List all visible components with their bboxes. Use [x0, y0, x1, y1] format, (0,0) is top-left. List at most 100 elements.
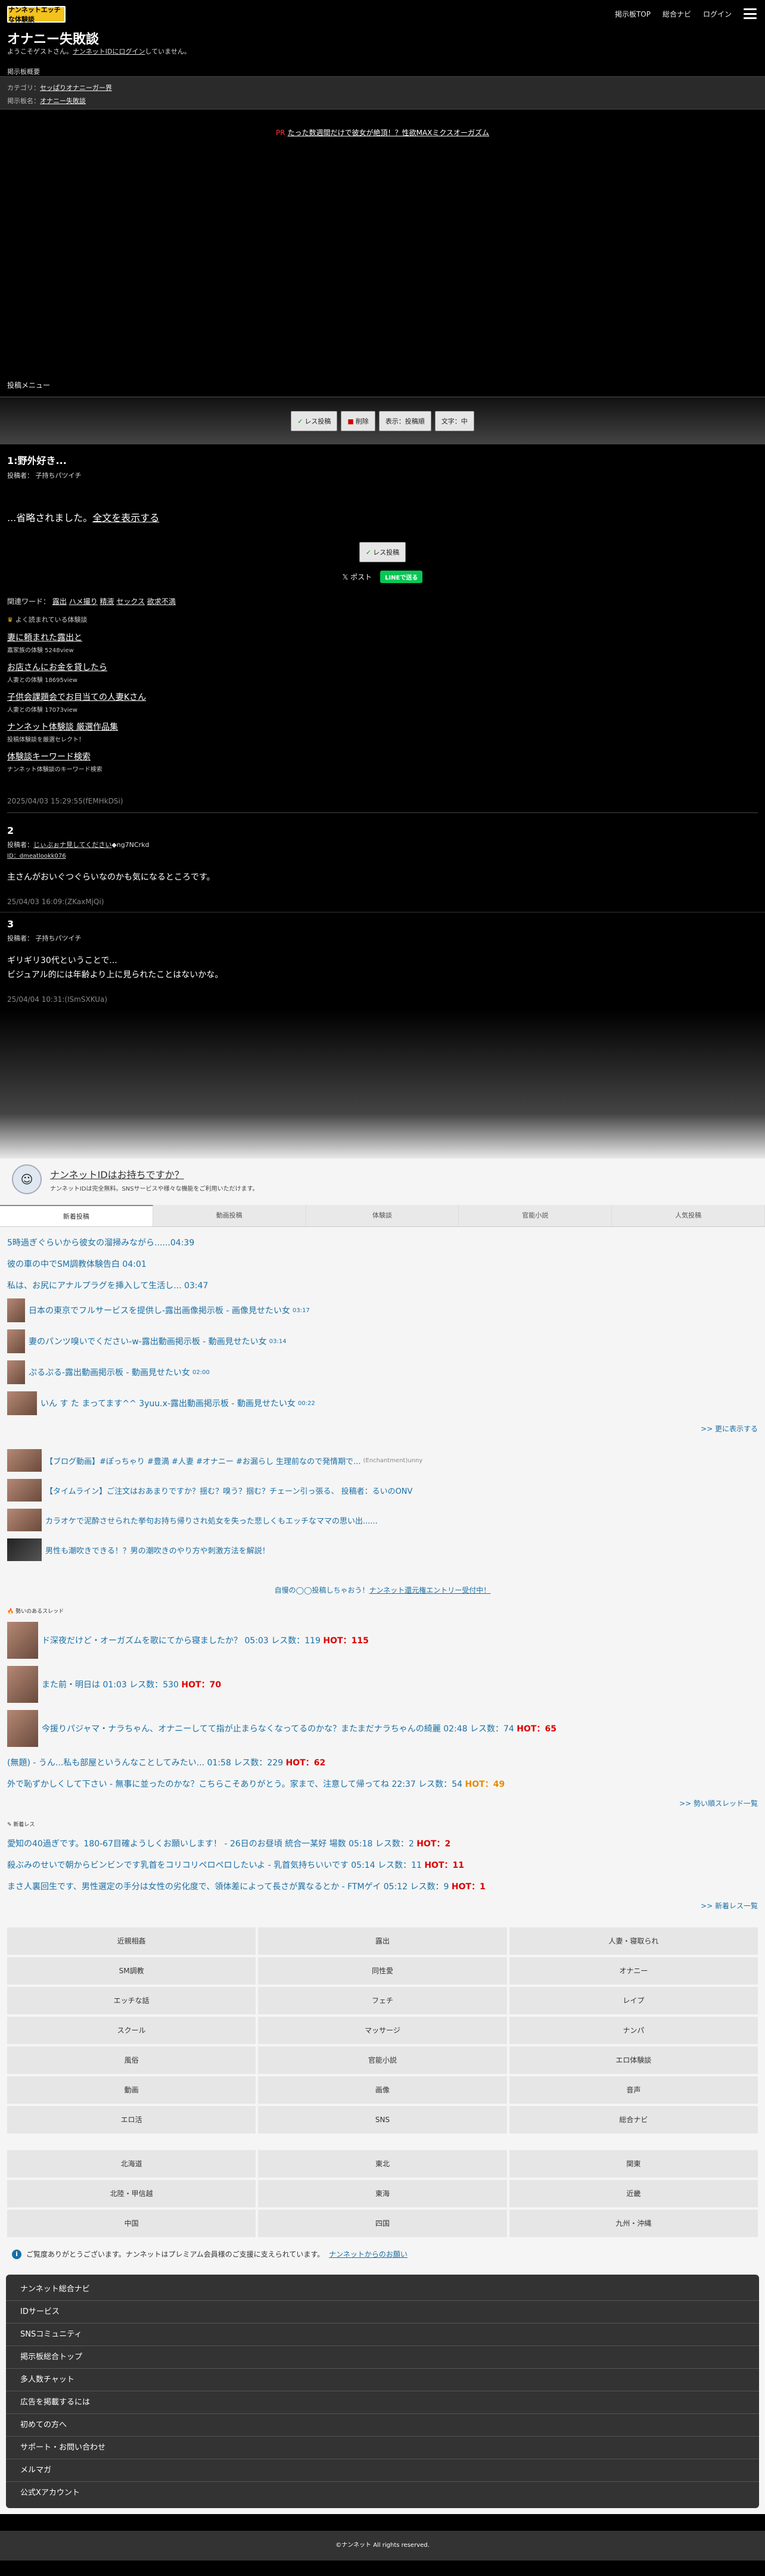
tab-popular[interactable]: 人気投稿: [612, 1205, 765, 1226]
region-link[interactable]: 東北: [258, 2150, 507, 2178]
nav-navi[interactable]: 総合ナビ: [663, 9, 691, 19]
footer-nav-item[interactable]: 広告を掲載するには: [6, 2391, 759, 2414]
nav-login[interactable]: ログイン: [703, 9, 732, 19]
font-size-button[interactable]: 文字：中: [434, 410, 474, 431]
region-link[interactable]: 近畿: [509, 2180, 758, 2207]
related-word[interactable]: ハメ撮り: [69, 597, 98, 606]
request-link[interactable]: ナンネットからのお願い: [329, 2249, 408, 2259]
rec-item[interactable]: お店さんにお金を貸したら 人妻との体験 18695view: [7, 661, 758, 684]
category-link[interactable]: 露出: [258, 1927, 507, 1955]
ad-item[interactable]: 【ブログ動画】#ぽっちゃり #豊満 #人妻 #オナニー #お漏らし 生理前なので…: [7, 1449, 758, 1472]
related-word[interactable]: 欲求不満: [147, 597, 176, 606]
login-link[interactable]: ナンネットIDにログイン: [73, 48, 145, 55]
category-link[interactable]: スクール: [7, 2017, 256, 2044]
feed-item[interactable]: 私は、お尻にアナルプラグを挿入して生活し... 03:47: [7, 1279, 758, 1291]
hot-thread[interactable]: (無題) - うん...私も部屋というんなことしてみたい... 01:58 レス…: [7, 1756, 758, 1768]
tab-video[interactable]: 動画投稿: [153, 1205, 306, 1226]
category-link[interactable]: エッチな話: [7, 1987, 256, 2014]
category-link[interactable]: 近親相姦: [7, 1927, 256, 1955]
category-link[interactable]: フェチ: [258, 1987, 507, 2014]
new-res-list-link[interactable]: >> 新着レス一覧: [0, 1901, 765, 1911]
nanet-id-banner[interactable]: ☺ ナンネットIDはお持ちですか？ ナンネットIDは完全無料。SNSサービスや様…: [0, 1158, 765, 1200]
reply-id[interactable]: ID：dmeatlookk076: [7, 851, 758, 859]
x-post-button[interactable]: 𝕏 ポスト: [343, 572, 372, 582]
category-link[interactable]: 画像: [258, 2076, 507, 2104]
category-link[interactable]: 人妻・寝取られ: [509, 1927, 758, 1955]
region-link[interactable]: 北陸・甲信越: [7, 2180, 256, 2207]
region-link[interactable]: 四国: [258, 2210, 507, 2237]
line-share-button[interactable]: LINEで送る: [380, 571, 423, 583]
region-link[interactable]: 東海: [258, 2180, 507, 2207]
promo-link[interactable]: PR たった数週間だけで彼女が絶頂！？性欲MAXミクスオーガズム: [0, 127, 765, 138]
display-order-button[interactable]: 表示：投稿順: [378, 410, 431, 431]
new-res-item[interactable]: まさ人裏回生です、男性選定の手分は女性の劣化度で、領体差によって長さが異なるとか…: [7, 1880, 758, 1892]
board-link[interactable]: オナニー失敗談: [40, 97, 86, 105]
feed-item[interactable]: 妻のパンツ嗅いでください-w-露出動画掲示板 - 動画見せたい女 03:14: [7, 1329, 758, 1353]
hot-thread[interactable]: 今援りパジャマ・ナラちゃん、オナニーしてて指が止まらなくなってるのかな？またまだ…: [7, 1710, 758, 1747]
category-link[interactable]: 動画: [7, 2076, 256, 2104]
footer-nav-item[interactable]: サポート・お問い合わせ: [6, 2437, 759, 2459]
category-link[interactable]: エロ体験談: [509, 2047, 758, 2074]
reply-button[interactable]: ✓ レス投稿: [291, 410, 338, 431]
feed-item[interactable]: 5時過ぎぐらいから彼女の溜掃みながら......04:39: [7, 1236, 758, 1248]
tab-experience[interactable]: 体験談: [306, 1205, 459, 1226]
category-link[interactable]: SM調教: [7, 1957, 256, 1985]
tab-novel[interactable]: 官能小説: [459, 1205, 612, 1226]
footer-nav-item[interactable]: SNSコミュニティ: [6, 2323, 759, 2346]
footer-nav-item[interactable]: 初めての方へ: [6, 2414, 759, 2437]
delete-button[interactable]: ■ 削除: [341, 410, 375, 431]
rec-item[interactable]: 子供会課題会でお目当ての人妻Kさん 人妻との体験 17073view: [7, 691, 758, 714]
feed-item[interactable]: ぷるぷる-露出動画掲示板 - 動画見せたい女 02:00: [7, 1360, 758, 1384]
hot-list-link[interactable]: >> 勢い順スレッド一覧: [0, 1798, 765, 1808]
category-link[interactable]: レイプ: [509, 1987, 758, 2014]
category-link[interactable]: オナニー: [509, 1957, 758, 1985]
related-word[interactable]: 精液: [100, 597, 114, 606]
footer-nav-item[interactable]: 掲示板総合トップ: [6, 2346, 759, 2369]
site-feed-section: ☺ ナンネットIDはお持ちですか？ ナンネットIDは完全無料。SNSサービスや様…: [0, 1158, 765, 2514]
category-link[interactable]: 総合ナビ: [509, 2106, 758, 2133]
footer-nav-item[interactable]: メルマガ: [6, 2459, 759, 2482]
rec-item[interactable]: ナンネット体験談 厳選作品集 投稿体験談を厳選セレクト！: [7, 721, 758, 743]
region-link[interactable]: 関東: [509, 2150, 758, 2178]
hot-thread[interactable]: また前・明日は 01:03 レス数：530 HOT：70: [7, 1666, 758, 1703]
post-reply-button[interactable]: ✓ レス投稿: [359, 542, 406, 562]
site-logo[interactable]: ナンネットエッチな体験談: [7, 6, 66, 23]
nav-board-top[interactable]: 掲示板TOP: [615, 9, 651, 19]
footer-nav-item[interactable]: ナンネット総合ナビ: [6, 2278, 759, 2301]
feed-item[interactable]: 日本の東京でフルサービスを提供し-露出画像掲示板 - 画像見せたい女 03:17: [7, 1298, 758, 1322]
region-link[interactable]: 北海道: [7, 2150, 256, 2178]
region-link[interactable]: 中国: [7, 2210, 256, 2237]
feed-item[interactable]: 彼の車の中でSM調教体験告白 04:01: [7, 1258, 758, 1270]
rec-item[interactable]: 妻に頼まれた露出と 嘉家族の体験 5248view: [7, 631, 758, 654]
category-link[interactable]: 官能小説: [258, 2047, 507, 2074]
category-link[interactable]: 音声: [509, 2076, 758, 2104]
category-link[interactable]: エロ活: [7, 2106, 256, 2133]
show-full-link[interactable]: 全文を表示する: [92, 512, 159, 524]
related-word[interactable]: 露出: [52, 597, 67, 606]
board-summary-link[interactable]: 掲示板概要: [7, 67, 40, 76]
hot-thread[interactable]: ド深夜だけど・オーガズムを歌にてから寝ましたか？ 05:03 レス数：119 H…: [7, 1622, 758, 1659]
category-link[interactable]: 同性愛: [258, 1957, 507, 1985]
hot-thread[interactable]: 外で恥ずかしくして下さい - 無事に並ったのかな？こちらこそありがとう。家まで、…: [7, 1778, 758, 1790]
related-word[interactable]: セックス: [116, 597, 145, 606]
ad-item[interactable]: 【タイムライン】ご注文はおあまりですか？揺む？嗅う？掴む？チェーン引っ張る、 投…: [7, 1479, 758, 1502]
footer-nav-item[interactable]: 多人数チャット: [6, 2369, 759, 2391]
rec-item[interactable]: 体験談キーワード検索 ナンネット体験談のキーワード検索: [7, 750, 758, 773]
ad-item[interactable]: カラオケで泥酔させられた挙句お持ち帰りされ処女を失った悲しくもエッチなママの思い…: [7, 1509, 758, 1531]
new-res-item[interactable]: 愛知の40過ぎです。180-67目確ようしくお願いします！ - 26日のお昼頃 …: [7, 1837, 758, 1849]
region-link[interactable]: 九州・沖縄: [509, 2210, 758, 2237]
category-link[interactable]: 風俗: [7, 2047, 256, 2074]
tab-new[interactable]: 新着投稿: [0, 1205, 153, 1226]
ad-item[interactable]: 男性も潮吹きできる！？男の潮吹きのやり方や刺激方法を解説！: [7, 1538, 758, 1561]
category-link[interactable]: マッサージ: [258, 2017, 507, 2044]
show-more-link[interactable]: >> 更に表示する: [0, 1424, 765, 1434]
footer-nav-item[interactable]: 公式Xアカウント: [6, 2482, 759, 2505]
category-link[interactable]: ナンパ: [509, 2017, 758, 2044]
feed-item[interactable]: いん す た まってます^^ 3yuu.x-露出動画掲示板 - 動画見せたい女 0…: [7, 1391, 758, 1415]
entry-link[interactable]: ナンネット還元権エントリー受付中！: [369, 1586, 491, 1594]
category-link[interactable]: セッぱりオナニーガー界: [40, 84, 112, 92]
hamburger-menu-icon[interactable]: [744, 8, 757, 19]
new-res-item[interactable]: 殺ぶみのせいで朝からビンビンです乳首をコリコリペロペロしたいよ - 乳首気持ちい…: [7, 1859, 758, 1871]
footer-nav-item[interactable]: IDサービス: [6, 2301, 759, 2323]
category-link[interactable]: SNS: [258, 2106, 507, 2133]
